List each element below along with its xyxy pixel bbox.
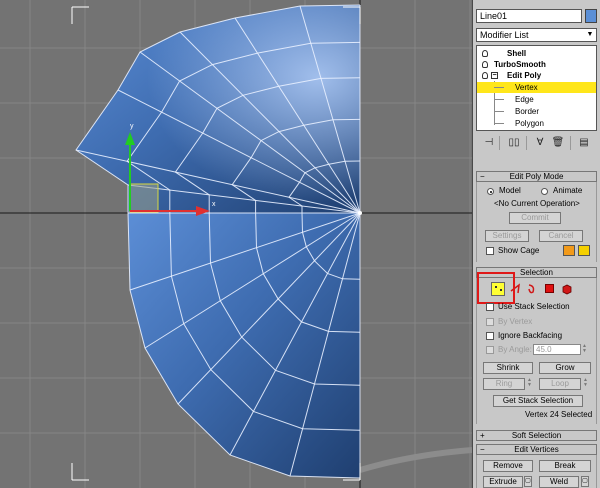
extrude-settings-icon[interactable]: ▢ — [524, 476, 532, 487]
model-label: Model — [499, 186, 521, 195]
cage-color-swatch[interactable] — [563, 245, 575, 256]
collapse-icon: − — [480, 445, 485, 454]
object-color-swatch[interactable] — [585, 9, 597, 23]
gizmo-x-label: x — [212, 201, 216, 208]
stack-subobject-polygon[interactable]: Polygon — [477, 118, 596, 129]
selected-vertex[interactable] — [358, 211, 362, 215]
extrude-button[interactable]: Extrude — [483, 476, 523, 488]
lightbulb-icon[interactable] — [482, 61, 488, 68]
show-cage-label: Show Cage — [498, 246, 540, 255]
ignore-backfacing-label: Ignore Backfacing — [498, 331, 563, 340]
animate-radio[interactable] — [541, 188, 548, 195]
border-mode-icon[interactable] — [525, 283, 537, 295]
polygon-mode-icon[interactable] — [545, 284, 554, 293]
current-operation-text: <No Current Operation> — [494, 199, 580, 208]
expand-icon: + — [480, 431, 485, 440]
rollout-edit-poly-mode[interactable]: − Edit Poly Mode — [476, 171, 597, 182]
gizmo-y-label: y — [130, 123, 134, 130]
pin-stack-icon[interactable]: ⊣ — [482, 136, 496, 150]
animate-label: Animate — [553, 186, 583, 195]
spinner-arrows-icon[interactable]: ▲ ▼ — [581, 344, 588, 355]
stack-item-edit-poly[interactable]: − Edit Poly — [477, 70, 596, 81]
viewport-top[interactable]: y x — [0, 0, 472, 488]
command-panel: Line01 Modifier List ▼ Shell TurboSmooth… — [472, 0, 600, 488]
by-angle-checkbox[interactable] — [486, 346, 494, 354]
shell-edge — [359, 447, 472, 473]
selection-body: Use Stack Selection By Vertex Ignore Bac… — [476, 272, 597, 424]
annotation-highlight-box — [477, 272, 515, 304]
stack-subobject-border[interactable]: Border — [477, 106, 596, 117]
by-angle-label: By Angle: — [498, 345, 532, 354]
stack-subobject-vertex[interactable]: Vertex — [477, 82, 596, 93]
use-stack-selection-checkbox[interactable] — [486, 303, 494, 311]
configure-modifier-sets-icon[interactable]: ▤ — [577, 136, 591, 150]
make-unique-icon[interactable]: ∀ — [533, 136, 547, 150]
ignore-backfacing-checkbox[interactable] — [486, 332, 494, 340]
weld-button[interactable]: Weld — [539, 476, 579, 488]
grow-button[interactable]: Grow — [539, 362, 591, 374]
rollout-soft-selection[interactable]: + Soft Selection — [476, 430, 597, 441]
use-stack-selection-label: Use Stack Selection — [498, 302, 570, 311]
loop-spinner-icon[interactable]: ▲ ▼ — [582, 378, 589, 389]
lightbulb-icon[interactable] — [482, 50, 488, 57]
rollout-edit-vertices[interactable]: − Edit Vertices — [476, 444, 597, 455]
object-name-field[interactable]: Line01 — [476, 9, 582, 23]
cancel-button[interactable]: Cancel — [539, 230, 583, 242]
loop-button[interactable]: Loop — [539, 378, 581, 390]
stack-subobject-edge[interactable]: Edge — [477, 94, 596, 105]
collapse-icon: − — [480, 172, 485, 181]
collapse-icon[interactable]: − — [491, 72, 498, 79]
show-cage-checkbox[interactable] — [486, 247, 494, 255]
selection-status-text: Vertex 24 Selected — [525, 410, 593, 419]
gizmo-xy-plane[interactable] — [129, 183, 159, 213]
edit-poly-mode-body: Model Animate <No Current Operation> Com… — [476, 182, 597, 262]
remove-button[interactable]: Remove — [483, 460, 533, 472]
lightbulb-icon[interactable] — [482, 72, 488, 79]
chevron-down-icon: ▼ — [586, 31, 594, 38]
by-angle-spinner[interactable]: 45.0 — [533, 344, 581, 355]
ring-button[interactable]: Ring — [483, 378, 525, 390]
shrink-button[interactable]: Shrink — [483, 362, 533, 374]
edit-poly-mesh[interactable] — [75, 4, 361, 479]
modifier-list-label: Modifier List — [480, 30, 529, 40]
edit-vertices-body: Remove Break Extrude ▢ Weld ▢ — [476, 455, 597, 488]
stack-item-shell[interactable]: Shell — [477, 48, 596, 59]
modifier-stack[interactable]: Shell TurboSmooth − Edit Poly Vertex Edg… — [476, 45, 597, 131]
cage-selected-color-swatch[interactable] — [578, 245, 590, 256]
stack-item-turbosmooth[interactable]: TurboSmooth — [477, 59, 596, 70]
element-mode-icon[interactable] — [561, 283, 573, 295]
break-button[interactable]: Break — [539, 460, 591, 472]
model-radio[interactable] — [487, 188, 494, 195]
viewport-canvas[interactable]: y x — [0, 0, 472, 488]
by-vertex-label: By Vertex — [498, 317, 533, 326]
get-stack-selection-button[interactable]: Get Stack Selection — [493, 395, 583, 407]
remove-modifier-icon[interactable]: 🗑 — [551, 136, 565, 150]
stack-toolbar: ⊣ ▯▯ ∀ 🗑 ▤ — [476, 134, 597, 152]
commit-button[interactable]: Commit — [509, 212, 561, 224]
modifier-list-dropdown[interactable]: Modifier List ▼ — [476, 28, 597, 42]
ring-spinner-icon[interactable]: ▲ ▼ — [526, 378, 533, 389]
by-vertex-checkbox[interactable] — [486, 318, 494, 326]
settings-button[interactable]: Settings — [485, 230, 529, 242]
weld-settings-icon[interactable]: ▢ — [581, 476, 589, 487]
show-end-result-icon[interactable]: ▯▯ — [507, 136, 521, 150]
